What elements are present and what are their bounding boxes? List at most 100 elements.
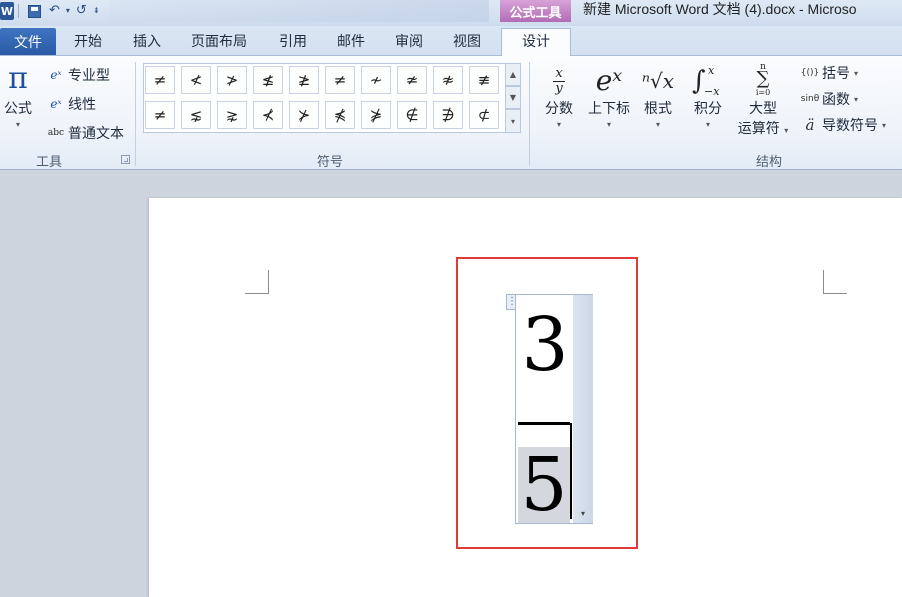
symbol-not-element-of[interactable]: ∉ bbox=[397, 101, 427, 129]
professional-label: 专业型 bbox=[68, 68, 110, 84]
document-page[interactable]: ⋮ ▾ 3 5 bbox=[149, 198, 902, 597]
group-divider bbox=[529, 62, 530, 166]
symbol-not-succeeds[interactable]: ⊁ bbox=[289, 101, 319, 129]
tab-design[interactable]: 设计 bbox=[501, 28, 571, 57]
fraction-icon: xy bbox=[537, 64, 581, 98]
margin-corner-right bbox=[823, 270, 847, 294]
symbol-not-equal[interactable]: ≠ bbox=[145, 66, 175, 94]
tab-view[interactable]: 视图 bbox=[453, 30, 481, 55]
linear-label: 线性 bbox=[68, 97, 96, 113]
symbol-not-equal-2[interactable]: ≠ bbox=[325, 66, 355, 94]
margin-corner-left bbox=[245, 270, 269, 294]
group-label-symbols: 符号 bbox=[317, 155, 344, 170]
large-operator-label-2: 运算符 ▾ bbox=[737, 121, 789, 137]
function-button[interactable]: sinθ 函数 ▾ bbox=[800, 89, 858, 109]
chevron-down-icon: ▾ bbox=[882, 120, 887, 130]
function-icon: sinθ bbox=[800, 94, 820, 104]
fraction-numerator[interactable]: 3 bbox=[516, 305, 574, 385]
chevron-down-icon: ▾ bbox=[854, 68, 859, 78]
accent-icon: ä bbox=[805, 116, 815, 134]
function-label: 函数 bbox=[822, 92, 850, 108]
symbol-not-equal-row2[interactable]: ≠ bbox=[145, 101, 175, 129]
radical-icon: ⁿ√x bbox=[641, 69, 675, 93]
symbol-less-not-equal[interactable]: ⋦ bbox=[181, 101, 211, 129]
gallery-scroll-up-icon[interactable]: ▲ bbox=[505, 63, 521, 86]
abc-icon: abc bbox=[47, 128, 65, 138]
radical-label: 根式 bbox=[644, 101, 672, 117]
professional-button[interactable]: eˣ 专业型 bbox=[47, 65, 110, 85]
fraction-bar bbox=[518, 422, 570, 425]
tab-mailings[interactable]: 邮件 bbox=[337, 30, 365, 55]
group-divider bbox=[135, 62, 136, 166]
symbol-not-succeeds-equal[interactable]: ⋡ bbox=[361, 101, 391, 129]
symbol-not-almost-equal[interactable]: ≉ bbox=[433, 66, 463, 94]
symbol-not-precedes-equal[interactable]: ⋠ bbox=[325, 101, 355, 129]
accent-label: 导数符号 bbox=[822, 118, 878, 134]
document-area: ⋮ ▾ 3 5 bbox=[0, 170, 902, 597]
title-bar: W ↶ ▾ ↺ ⇟ 公式工具 新建 Microsoft Word 文档 (4).… bbox=[0, 0, 902, 26]
text-cursor bbox=[570, 423, 572, 519]
chevron-down-icon: ▾ bbox=[854, 94, 859, 104]
redo-icon[interactable]: ↺ bbox=[76, 0, 87, 22]
chevron-down-icon: ▾ bbox=[606, 120, 611, 129]
fraction-denominator[interactable]: 5 bbox=[518, 447, 570, 523]
symbol-not-identical[interactable]: ≢ bbox=[469, 66, 499, 94]
symbol-not-tilde[interactable]: ≁ bbox=[361, 66, 391, 94]
bracket-button[interactable]: {()} 括号 ▾ bbox=[800, 63, 858, 83]
quick-access-toolbar: W ↶ ▾ ↺ ⇟ bbox=[0, 0, 489, 22]
tab-review[interactable]: 审阅 bbox=[395, 30, 423, 55]
tab-home[interactable]: 开始 bbox=[74, 30, 102, 55]
symbol-not-subset[interactable]: ⊄ bbox=[469, 101, 499, 129]
script-button[interactable]: eˣ 上下标 ▾ bbox=[585, 64, 633, 129]
chevron-down-icon: ▾ bbox=[15, 120, 20, 129]
equation-button-label: 公式 bbox=[4, 101, 32, 117]
equation-options-dropdown-icon[interactable]: ▾ bbox=[574, 507, 592, 521]
customize-qat-icon[interactable]: ⇟ bbox=[93, 0, 100, 22]
fraction-button[interactable]: xy 分数 ▾ bbox=[537, 64, 581, 130]
equation-button[interactable]: π 公式 ▾ bbox=[0, 61, 36, 130]
tab-references[interactable]: 引用 bbox=[279, 30, 307, 55]
linear-button[interactable]: eˣ 线性 bbox=[47, 94, 96, 114]
symbol-not-contains[interactable]: ∌ bbox=[433, 101, 463, 129]
large-operator-button[interactable]: n ∑ i=0 大型 运算符 ▾ bbox=[734, 62, 792, 138]
undo-icon[interactable]: ↶ bbox=[49, 0, 60, 22]
gallery-more-icon[interactable]: ▾ bbox=[505, 109, 521, 133]
group-label-structures: 结构 bbox=[756, 155, 783, 170]
ribbon: π 公式 ▾ eˣ 专业型 eˣ 线性 abc 普通文本 工具 ≠ ≮ ≯ ≰ … bbox=[0, 56, 902, 170]
qat-divider bbox=[18, 4, 19, 18]
word-logo-icon[interactable]: W bbox=[0, 2, 14, 20]
symbol-greater-not-equal[interactable]: ⋧ bbox=[217, 101, 247, 129]
pi-icon: π bbox=[8, 61, 28, 96]
symbol-neither-greater-equal[interactable]: ≱ bbox=[289, 66, 319, 94]
normal-text-label: 普通文本 bbox=[68, 126, 124, 142]
accent-button[interactable]: ä 导数符号 ▾ bbox=[800, 115, 887, 135]
equation-tools-header: 公式工具 bbox=[500, 0, 571, 22]
window-title: 新建 Microsoft Word 文档 (4).docx - Microso bbox=[583, 1, 857, 17]
undo-dropdown-icon[interactable]: ▾ bbox=[66, 0, 70, 22]
tab-page-layout[interactable]: 页面布局 bbox=[191, 30, 247, 55]
save-icon[interactable] bbox=[28, 4, 41, 18]
gallery-scroll-down-icon[interactable]: ▼ bbox=[505, 86, 521, 109]
equation-side-bar bbox=[573, 295, 593, 523]
tab-insert[interactable]: 插入 bbox=[133, 30, 161, 55]
integral-icon: ∫ x −x bbox=[692, 64, 720, 98]
linear-format-icon: eˣ bbox=[50, 97, 62, 111]
tab-file[interactable]: 文件 bbox=[0, 28, 56, 55]
equation-container[interactable]: ▾ 3 5 bbox=[515, 294, 593, 524]
professional-format-icon: eˣ bbox=[50, 68, 62, 82]
symbol-neither-less-equal[interactable]: ≰ bbox=[253, 66, 283, 94]
symbol-not-asymp-equal[interactable]: ≄ bbox=[397, 66, 427, 94]
script-label: 上下标 bbox=[588, 101, 630, 117]
integral-label: 积分 bbox=[694, 101, 722, 117]
bracket-icon: {()} bbox=[800, 68, 820, 78]
normal-text-button[interactable]: abc 普通文本 bbox=[47, 123, 124, 143]
large-operator-label-1: 大型 bbox=[749, 101, 777, 117]
symbol-not-greater[interactable]: ≯ bbox=[217, 66, 247, 94]
symbol-not-less[interactable]: ≮ bbox=[181, 66, 211, 94]
radical-button[interactable]: ⁿ√x 根式 ▾ bbox=[638, 64, 678, 129]
script-icon: eˣ bbox=[595, 64, 623, 97]
chevron-down-icon: ▾ bbox=[655, 120, 660, 129]
symbol-not-precedes[interactable]: ⊀ bbox=[253, 101, 283, 129]
integral-button[interactable]: ∫ x −x 积分 ▾ bbox=[686, 64, 730, 129]
dialog-launcher-icon[interactable] bbox=[121, 155, 130, 164]
